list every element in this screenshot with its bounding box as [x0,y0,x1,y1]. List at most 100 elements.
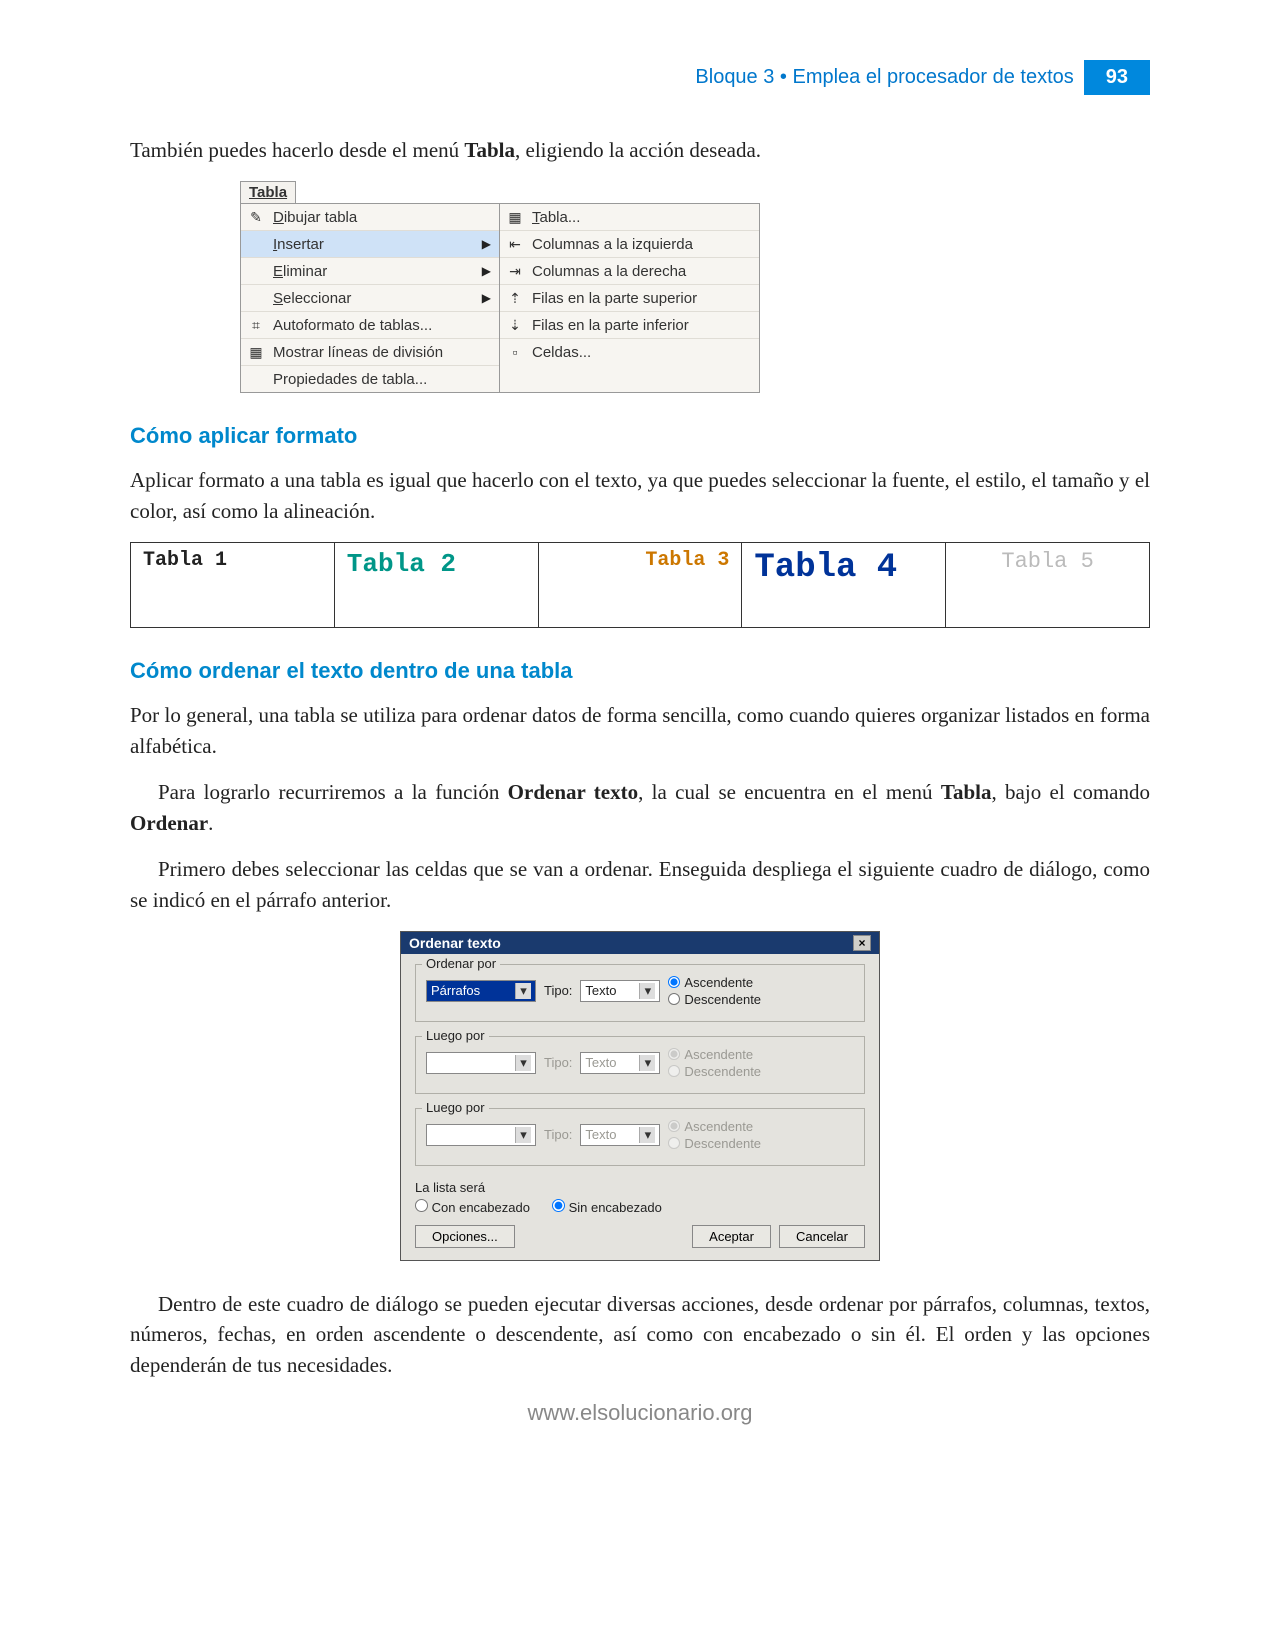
blank-icon [245,235,267,253]
menu-item-label: Mostrar líneas de división [273,344,491,361]
menu-item-label: Filas en la parte inferior [532,317,751,334]
accept-button[interactable]: Aceptar [692,1225,771,1248]
menu-item-label: Columnas a la izquierda [532,236,751,253]
chevron-down-icon: ▾ [515,1055,531,1071]
options-button[interactable]: Opciones... [415,1225,515,1248]
menu-item-delete[interactable]: Eliminar ▶ [241,258,499,285]
list-will-be-label: La lista será [415,1180,865,1195]
menu-title-tab: Tabla [240,181,296,203]
menu-item-label: Celdas... [532,344,751,361]
table-format-icon: ⌗ [245,316,267,334]
without-header-radio[interactable]: Sin encabezado [552,1199,662,1215]
menu-item-table-properties[interactable]: Propiedades de tabla... [241,366,499,392]
close-icon[interactable]: × [853,935,871,951]
type-label: Tipo: [544,983,572,998]
menu-item-label: Columnas a la derecha [532,263,751,280]
submenu-item-table[interactable]: ▦ Tabla... [500,204,759,231]
menu-item-draw-table[interactable]: ✎ Dibujar tabla [241,204,499,231]
cancel-button[interactable]: Cancelar [779,1225,865,1248]
chevron-down-icon: ▾ [639,1055,655,1071]
grid-icon: ▦ [245,343,267,361]
then-by-combo: ▾ [426,1124,536,1146]
submenu-item-rows-bottom[interactable]: ⇣ Filas en la parte inferior [500,312,759,339]
then-by-fieldset-2: Luego por ▾ Tipo: Texto▾ Ascendente Desc… [415,1108,865,1166]
submenu-arrow-icon: ▶ [482,291,491,305]
format-paragraph: Aplicar formato a una tabla es igual que… [130,465,1150,526]
insert-col-right-icon: ⇥ [504,262,526,280]
asc-radio: Ascendente [668,1047,761,1062]
page-number-badge: 93 [1084,60,1150,95]
sort-paragraph-2: Para lograrlo recurriremos a la función … [130,777,1150,838]
blank-icon [245,289,267,307]
submenu-item-columns-left[interactable]: ⇤ Columnas a la izquierda [500,231,759,258]
then-by-fieldset-1: Luego por ▾ Tipo: Texto▾ Ascendente Desc… [415,1036,865,1094]
type-combo[interactable]: Texto ▾ [580,980,660,1002]
submenu-arrow-icon: ▶ [482,237,491,251]
menu-item-autoformat[interactable]: ⌗ Autoformato de tablas... [241,312,499,339]
then-by-legend: Luego por [422,1100,489,1115]
sort-order-radios: Ascendente Descendente [668,975,761,1007]
sort-paragraph-1: Por lo general, una tabla se utiliza par… [130,700,1150,761]
menu-item-label: Filas en la parte superior [532,290,751,307]
sort-by-combo[interactable]: Párrafos ▾ [426,980,536,1002]
example-cell-3: Tabla 3 [538,543,742,628]
closing-paragraph: Dentro de este cuadro de diálogo se pued… [130,1289,1150,1380]
intro-bold: Tabla [464,138,515,162]
sort-by-legend: Ordenar por [422,956,500,971]
intro-suffix: , eligiendo la acción deseada. [515,138,761,162]
footer-url: www.elsolucionario.org [130,1400,1150,1426]
example-cell-2: Tabla 2 [334,543,538,628]
submenu-item-columns-right[interactable]: ⇥ Columnas a la derecha [500,258,759,285]
sort-by-fieldset: Ordenar por Párrafos ▾ Tipo: Texto ▾ Asc… [415,964,865,1022]
header-block-text: Bloque 3 • Emplea el procesador de texto… [695,66,1073,89]
example-cell-1: Tabla 1 [131,543,335,628]
menu-item-label: Eliminar [273,263,482,280]
intro-paragraph: También puedes hacerlo desde el menú Tab… [130,135,1150,165]
sort-text-dialog: Ordenar texto × Ordenar por Párrafos ▾ T… [400,931,880,1261]
blank-icon [245,262,267,280]
submenu-arrow-icon: ▶ [482,264,491,278]
desc-radio: Descendente [668,1064,761,1079]
dialog-title-text: Ordenar texto [409,935,501,951]
heading-apply-format: Cómo aplicar formato [130,423,1150,449]
heading-sort-text: Cómo ordenar el texto dentro de una tabl… [130,658,1150,684]
type-combo-disabled: Texto▾ [580,1124,660,1146]
menu-right-panel: ▦ Tabla... ⇤ Columnas a la izquierda ⇥ C… [500,203,760,393]
pencil-icon: ✎ [245,208,267,226]
then-by-legend: Luego por [422,1028,489,1043]
chevron-down-icon: ▾ [515,1127,531,1143]
example-cell-5: Tabla 5 [946,543,1150,628]
menu-left-panel: ✎ Dibujar tabla Insertar ▶ Eliminar ▶ Se… [240,203,500,393]
menu-item-label: Propiedades de tabla... [273,371,491,388]
menu-item-select[interactable]: Seleccionar ▶ [241,285,499,312]
blank-icon [245,370,267,388]
chevron-down-icon: ▾ [639,983,655,999]
page-header: Bloque 3 • Emplea el procesador de texto… [130,60,1150,95]
insert-col-left-icon: ⇤ [504,235,526,253]
dialog-title-bar: Ordenar texto × [401,932,879,954]
chevron-down-icon: ▾ [515,983,531,999]
asc-radio[interactable]: Ascendente [668,975,761,990]
menu-item-label: Autoformato de tablas... [273,317,491,334]
with-header-radio[interactable]: Con encabezado [415,1199,530,1215]
cells-icon: ▫ [504,343,526,361]
table-icon: ▦ [504,208,526,226]
desc-radio[interactable]: Descendente [668,992,761,1007]
submenu-item-cells[interactable]: ▫ Celdas... [500,339,759,365]
type-combo-disabled: Texto▾ [580,1052,660,1074]
menu-item-label: Dibujar tabla [273,209,491,226]
type-label: Tipo: [544,1127,572,1142]
insert-row-top-icon: ⇡ [504,289,526,307]
example-cell-4: Tabla 4 [742,543,946,628]
submenu-item-rows-top[interactable]: ⇡ Filas en la parte superior [500,285,759,312]
format-example-table: Tabla 1 Tabla 2 Tabla 3 Tabla 4 Tabla 5 [130,542,1150,628]
type-label: Tipo: [544,1055,572,1070]
menu-item-show-gridlines[interactable]: ▦ Mostrar líneas de división [241,339,499,366]
table-menu-figure: Tabla ✎ Dibujar tabla Insertar ▶ Elimina… [240,181,760,393]
then-by-combo[interactable]: ▾ [426,1052,536,1074]
chevron-down-icon: ▾ [639,1127,655,1143]
insert-row-bottom-icon: ⇣ [504,316,526,334]
menu-item-label: Tabla... [532,209,751,226]
menu-item-insert[interactable]: Insertar ▶ [241,231,499,258]
menu-item-label: Seleccionar [273,290,482,307]
